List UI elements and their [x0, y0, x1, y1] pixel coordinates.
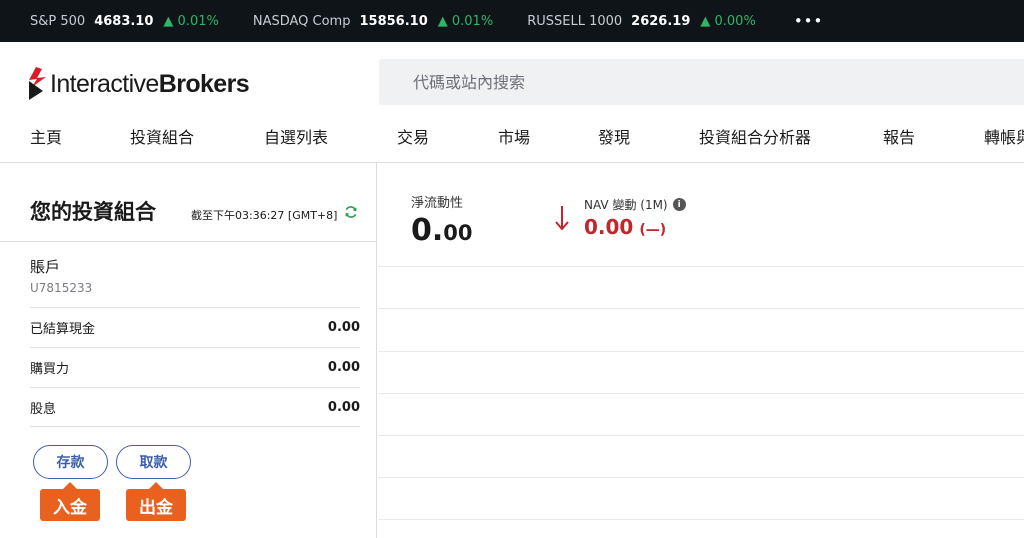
ticker-name: NASDAQ Comp	[252, 13, 351, 29]
chart-gridline	[378, 266, 1024, 267]
as-of-timestamp: 截至下午03:36:27 [GMT+8]	[191, 209, 338, 222]
nav-markets[interactable]: 市場	[498, 124, 530, 148]
ticker-item-sp500[interactable]: S&P 500 4683.10 ▲ 0.01%	[30, 14, 219, 29]
chart-gridline	[378, 308, 1024, 309]
settled-cash-row: 已結算現金 0.00	[30, 307, 360, 347]
nav-change-value: 0.00	[584, 215, 634, 239]
chart-gridline	[378, 393, 1024, 394]
nav-home[interactable]: 主頁	[30, 124, 62, 148]
row-label: 股息	[30, 402, 57, 417]
portfolio-panel: 您的投資組合 截至下午03:36:27 [GMT+8] 賬戶 U7815233 …	[0, 163, 377, 538]
nav-change-percent: (—)	[639, 222, 667, 238]
ticker-item-nasdaq[interactable]: NASDAQ Comp 15856.10 ▲ 0.01%	[253, 14, 493, 29]
chart-gridline	[378, 477, 1024, 478]
nav-trade[interactable]: 交易	[397, 124, 429, 148]
main-nav: 主頁 投資組合 自選列表 交易 市場 發現 投資組合分析器 報告 轉帳與支付	[0, 112, 1024, 158]
withdraw-callout: 出金	[126, 482, 186, 521]
row-label: 已結算現金	[30, 322, 96, 337]
net-liquidity-value: 0.00	[411, 213, 473, 248]
nav-change-label-wrap: NAV 變動 (1M) i	[584, 196, 686, 213]
row-divider	[30, 426, 360, 427]
nav-watchlists[interactable]: 自選列表	[264, 124, 328, 148]
ticker-value: 2626.19	[631, 13, 691, 29]
deposit-button[interactable]: 存款	[33, 445, 108, 479]
withdraw-button[interactable]: 取款	[116, 445, 191, 479]
nav-portfolio-analyst[interactable]: 投資組合分析器	[699, 124, 811, 148]
ticker-name: S&P 500	[30, 13, 86, 29]
net-liquidity-label: 淨流動性	[411, 196, 464, 211]
net-liquidity-dec: 00	[443, 221, 473, 245]
chart-gridline	[378, 435, 1024, 436]
nav-reports[interactable]: 報告	[883, 124, 915, 148]
account-id: U7815233	[30, 281, 93, 295]
ticker-value: 15856.10	[359, 13, 428, 29]
market-ticker-bar: S&P 500 4683.10 ▲ 0.01% NASDAQ Comp 1585…	[0, 0, 1024, 42]
brand-logo[interactable]: InteractiveBrokers	[28, 62, 250, 106]
nav-discover[interactable]: 發現	[598, 124, 630, 148]
ticker-item-russell[interactable]: RUSSELL 1000 2626.19 ▲ 0.00%	[527, 14, 756, 29]
account-label: 賬戶	[30, 258, 61, 276]
ticker-value: 4683.10	[94, 13, 154, 29]
ticker-change: ▲ 0.00%	[700, 13, 756, 29]
row-label: 購買力	[30, 362, 70, 377]
info-icon[interactable]: i	[672, 198, 686, 211]
nav-change-value-wrap: 0.00 (—)	[584, 215, 666, 239]
panel-divider	[0, 241, 376, 242]
ib-logo-icon	[29, 67, 46, 100]
chart-gridline	[378, 519, 1024, 520]
brand-name-part1: Interactive	[50, 69, 159, 98]
buying-power-row: 購買力 0.00	[30, 347, 360, 387]
row-value: 0.00	[327, 400, 360, 415]
nav-change-label: NAV 變動 (1M)	[584, 198, 668, 212]
deposit-callout: 入金	[40, 482, 100, 521]
row-value: 0.00	[327, 360, 360, 375]
refresh-icon[interactable]	[344, 205, 358, 219]
chart-gridline	[378, 351, 1024, 352]
brand-name: InteractiveBrokers	[50, 69, 250, 99]
net-liquidity-int: 0.	[411, 213, 444, 248]
nav-transfer-pay[interactable]: 轉帳與支付	[984, 124, 1024, 148]
search-box	[379, 59, 1024, 105]
down-arrow-icon	[555, 206, 569, 231]
ticker-change: ▲ 0.01%	[163, 13, 219, 29]
search-input[interactable]	[379, 59, 1024, 105]
portfolio-title: 您的投資組合	[30, 200, 156, 224]
dividends-row: 股息 0.00	[30, 387, 360, 427]
ticker-change: ▲ 0.01%	[437, 13, 494, 29]
brand-name-part2: Brokers	[158, 69, 250, 98]
more-options-icon[interactable]: •••	[794, 12, 824, 30]
row-value: 0.00	[327, 320, 360, 335]
ticker-name: RUSSELL 1000	[527, 13, 623, 29]
nav-portfolio[interactable]: 投資組合	[130, 124, 194, 148]
summary-panel: 淨流動性 0.00 NAV 變動 (1M) i 0.00 (—)	[378, 163, 1024, 538]
